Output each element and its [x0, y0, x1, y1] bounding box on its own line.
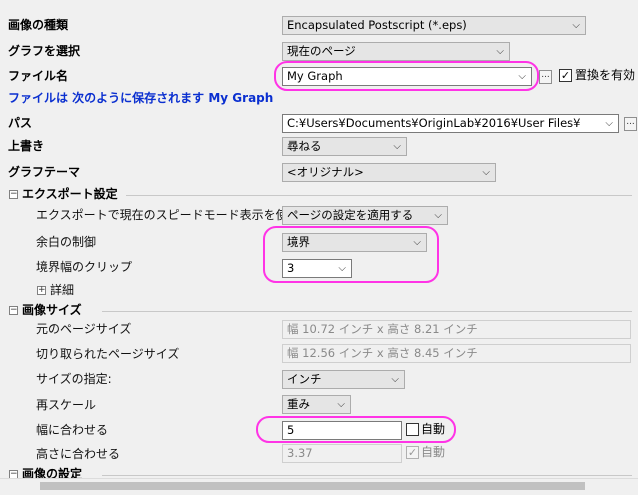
- path-browse-button[interactable]: ...: [624, 117, 637, 131]
- overwrite-enable-checkbox[interactable]: ✓: [559, 69, 572, 82]
- cropped-size-label: 切り取られたページサイズ: [36, 347, 180, 361]
- margin-control-label: 余白の制御: [36, 235, 97, 249]
- size-unit-value: インチ: [287, 372, 322, 386]
- graph-theme-value: <オリジナル>: [287, 165, 364, 179]
- original-size-field: 幅 10.72 インチ x 高さ 8.21 インチ: [282, 320, 631, 339]
- file-name-browse-button[interactable]: ...: [539, 70, 552, 84]
- overwrite-enable-label: 置換を有効: [575, 68, 636, 82]
- overwrite-select[interactable]: 尋ねる ⌵: [282, 137, 407, 156]
- size-section-collapse-icon[interactable]: −: [9, 306, 18, 315]
- chevron-down-icon: ⌵: [337, 399, 345, 410]
- size-section-title: 画像サイズ: [22, 303, 82, 317]
- path-combo[interactable]: C:¥Users¥Documents¥OriginLab¥2016¥User F…: [282, 114, 619, 133]
- overwrite-value: 尋ねる: [287, 139, 322, 153]
- original-size-label: 元のページサイズ: [36, 322, 132, 336]
- chevron-down-icon: ⌵: [605, 118, 613, 129]
- fit-height-auto-checkbox: ✓: [406, 446, 419, 459]
- speed-mode-value: ページの設定を適用する: [287, 208, 414, 222]
- speed-mode-label: エクスポートで現在のスピードモード表示を使う: [36, 208, 300, 222]
- overwrite-label: 上書き: [8, 139, 45, 153]
- save-location-note: ファイルは 次のように保存されます My Graph: [8, 91, 274, 105]
- clip-border-label: 境界幅のクリップ: [36, 260, 133, 274]
- details-label: 詳細: [50, 283, 75, 297]
- fit-height-input: 3.37: [282, 444, 402, 463]
- speed-mode-select[interactable]: ページの設定を適用する ⌵: [282, 206, 448, 225]
- export-section-collapse-icon[interactable]: −: [9, 190, 18, 199]
- select-graph-select[interactable]: 現在のページ ⌵: [282, 42, 510, 61]
- fit-height-auto-label: 自動: [421, 445, 446, 459]
- export-section-title: エクスポート設定: [22, 187, 118, 201]
- section-divider: [102, 475, 632, 476]
- select-graph-label: グラフを選択: [8, 44, 81, 58]
- chevron-down-icon: ⌵: [391, 374, 399, 385]
- fit-width-highlight: [256, 416, 456, 443]
- chevron-down-icon: ⌵: [482, 167, 490, 178]
- rescale-label: 再スケール: [36, 398, 97, 412]
- margin-highlight: [263, 226, 439, 283]
- size-unit-label: サイズの指定:: [36, 372, 112, 386]
- path-value: C:¥Users¥Documents¥OriginLab¥2016¥User F…: [287, 116, 581, 130]
- image-type-select[interactable]: Encapsulated Postscript (*.eps) ⌵: [282, 16, 586, 35]
- chevron-down-icon: ⌵: [496, 46, 504, 57]
- fit-width-label: 幅に合わせる: [36, 423, 109, 437]
- details-expand-icon[interactable]: +: [37, 286, 46, 295]
- chevron-down-icon: ⌵: [572, 20, 580, 31]
- size-unit-select[interactable]: インチ ⌵: [282, 370, 405, 389]
- select-graph-value: 現在のページ: [287, 44, 356, 58]
- file-name-label: ファイル名: [8, 69, 69, 83]
- rescale-select[interactable]: 重み ⌵: [282, 395, 351, 414]
- path-label: パス: [8, 116, 33, 130]
- image-type-label: 画像の種類: [8, 18, 69, 32]
- rescale-value: 重み: [287, 397, 310, 411]
- section-divider: [126, 195, 632, 196]
- graph-theme-select[interactable]: <オリジナル> ⌵: [282, 163, 496, 182]
- section-divider: [102, 311, 632, 312]
- horizontal-scrollbar-thumb[interactable]: [40, 482, 585, 490]
- fit-height-label: 高さに合わせる: [36, 447, 121, 461]
- image-type-value: Encapsulated Postscript (*.eps): [287, 18, 467, 32]
- file-name-highlight: [274, 61, 539, 91]
- cropped-size-field: 幅 12.56 インチ x 高さ 8.45 インチ: [282, 344, 631, 363]
- chevron-down-icon: ⌵: [393, 141, 401, 152]
- chevron-down-icon: ⌵: [434, 210, 442, 221]
- graph-theme-label: グラフテーマ: [8, 165, 81, 179]
